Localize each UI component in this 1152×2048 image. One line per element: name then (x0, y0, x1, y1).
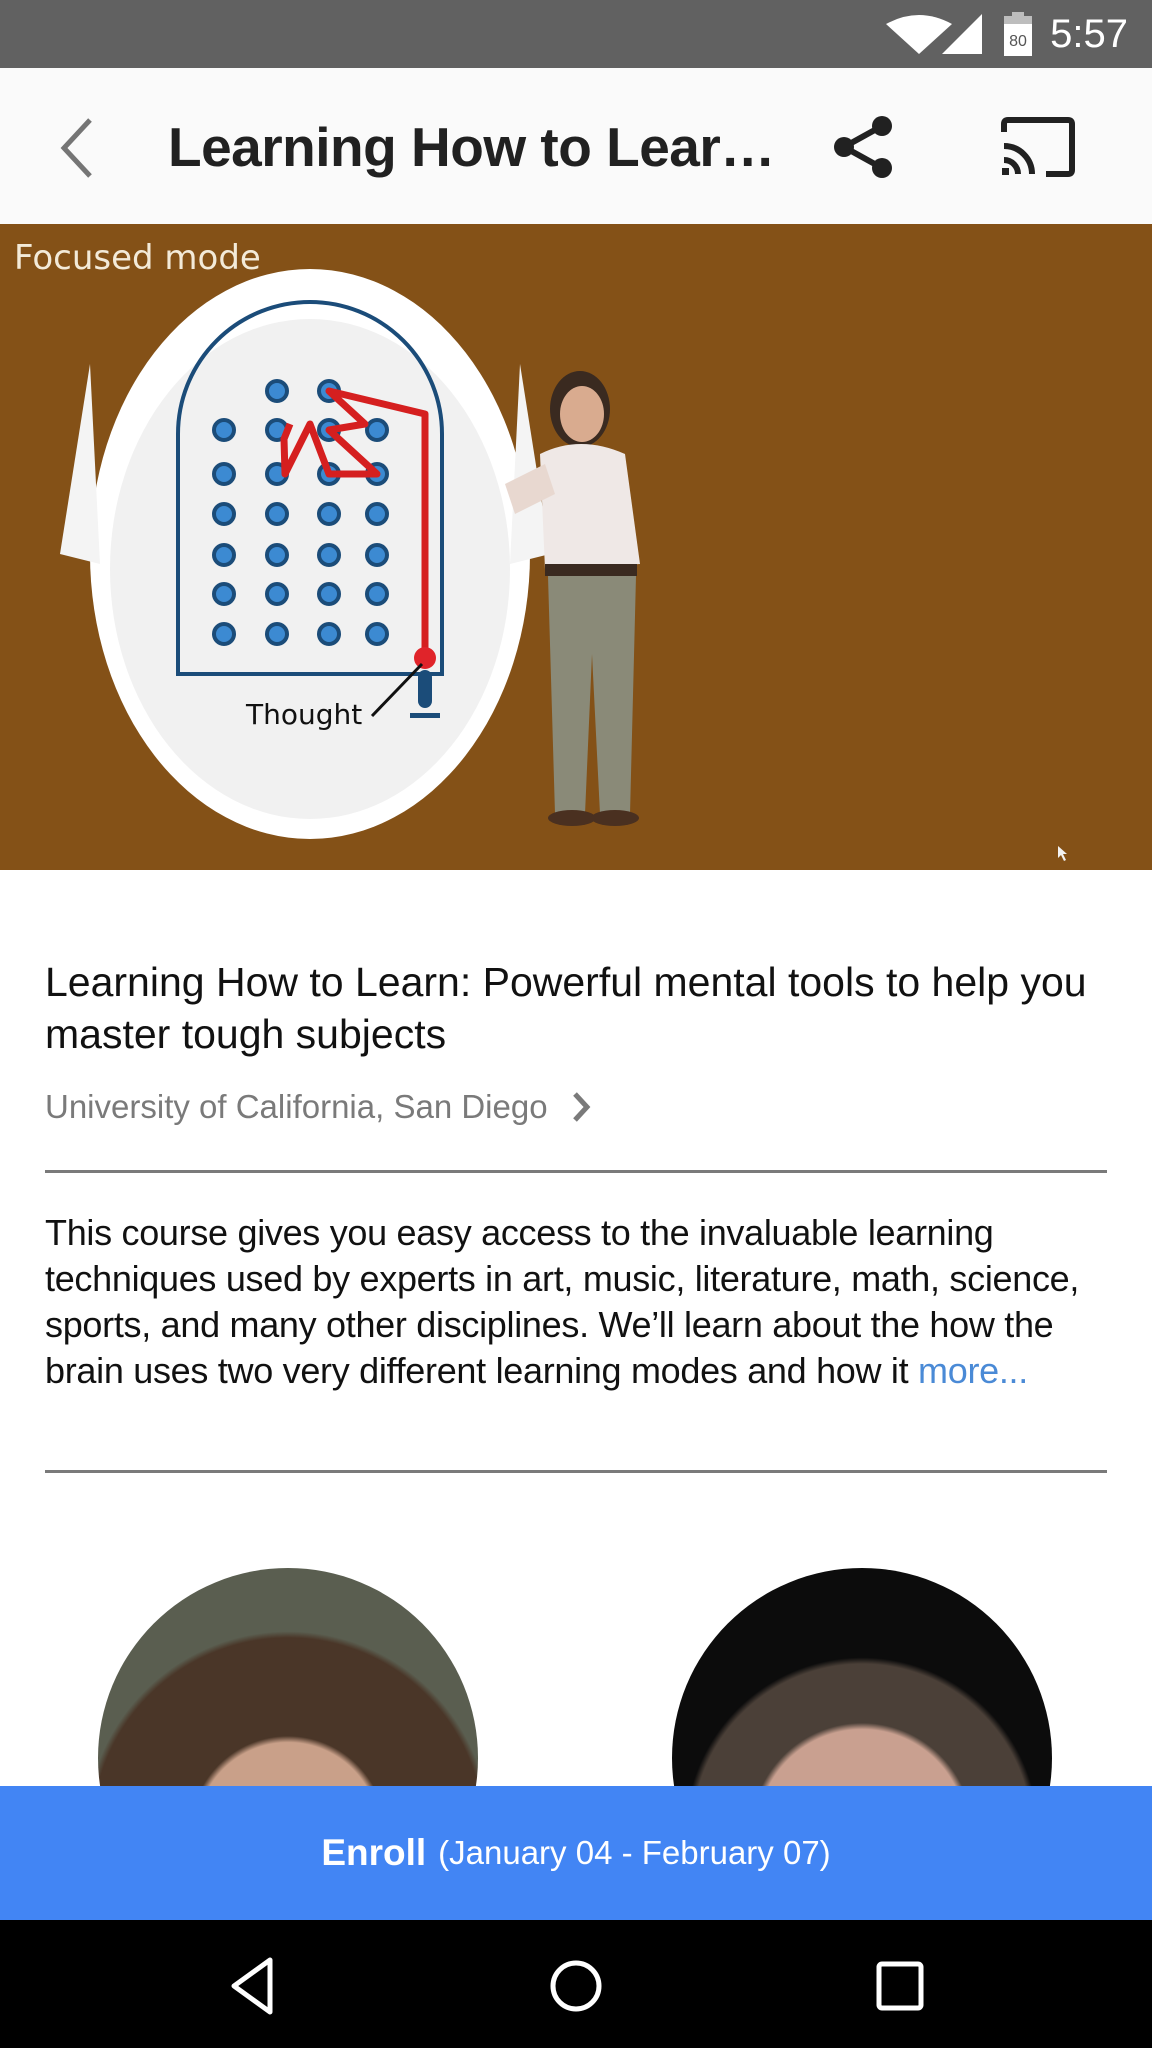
battery-icon: 80 (1004, 12, 1032, 56)
institution-link[interactable]: University of California, San Diego (45, 1082, 1107, 1132)
course-info: Learning How to Learn: Powerful mental t… (45, 940, 1107, 1132)
enroll-button[interactable]: Enroll (January 04 - February 07) (0, 1786, 1152, 1920)
cellular-signal-icon (942, 14, 982, 54)
brain-diagram: Thought (60, 269, 1067, 861)
clock: 5:57 (1050, 12, 1128, 56)
status-bar: 80 5:57 (0, 0, 1152, 68)
page-title: Learning How to Learn... (168, 116, 788, 178)
recents-icon[interactable] (865, 1950, 935, 2020)
divider (45, 1170, 1107, 1173)
mouse-cursor-icon (1058, 846, 1067, 861)
course-description: This course gives you easy access to the… (45, 1210, 1115, 1394)
enroll-dates: (January 04 - February 07) (438, 1834, 831, 1871)
system-nav-bar (0, 1920, 1152, 2048)
back-arrow-icon[interactable] (50, 112, 106, 182)
thought-label: Thought (245, 698, 362, 731)
cast-icon[interactable] (1000, 116, 1076, 178)
divider (45, 1470, 1107, 1473)
back-icon[interactable] (218, 1950, 288, 2020)
video-player[interactable]: Focused mode Thought (0, 224, 1152, 870)
share-icon[interactable] (828, 114, 898, 180)
app-bar: Learning How to Learn... (0, 68, 1152, 224)
course-title: Learning How to Learn: Powerful mental t… (45, 959, 1087, 1057)
chevron-right-icon (572, 1092, 590, 1122)
battery-level: 80 (1009, 33, 1027, 50)
more-link[interactable]: more... (918, 1350, 1028, 1391)
home-icon[interactable] (541, 1950, 611, 2020)
institution-name: University of California, San Diego (45, 1088, 548, 1125)
enroll-label: Enroll (321, 1832, 427, 1873)
